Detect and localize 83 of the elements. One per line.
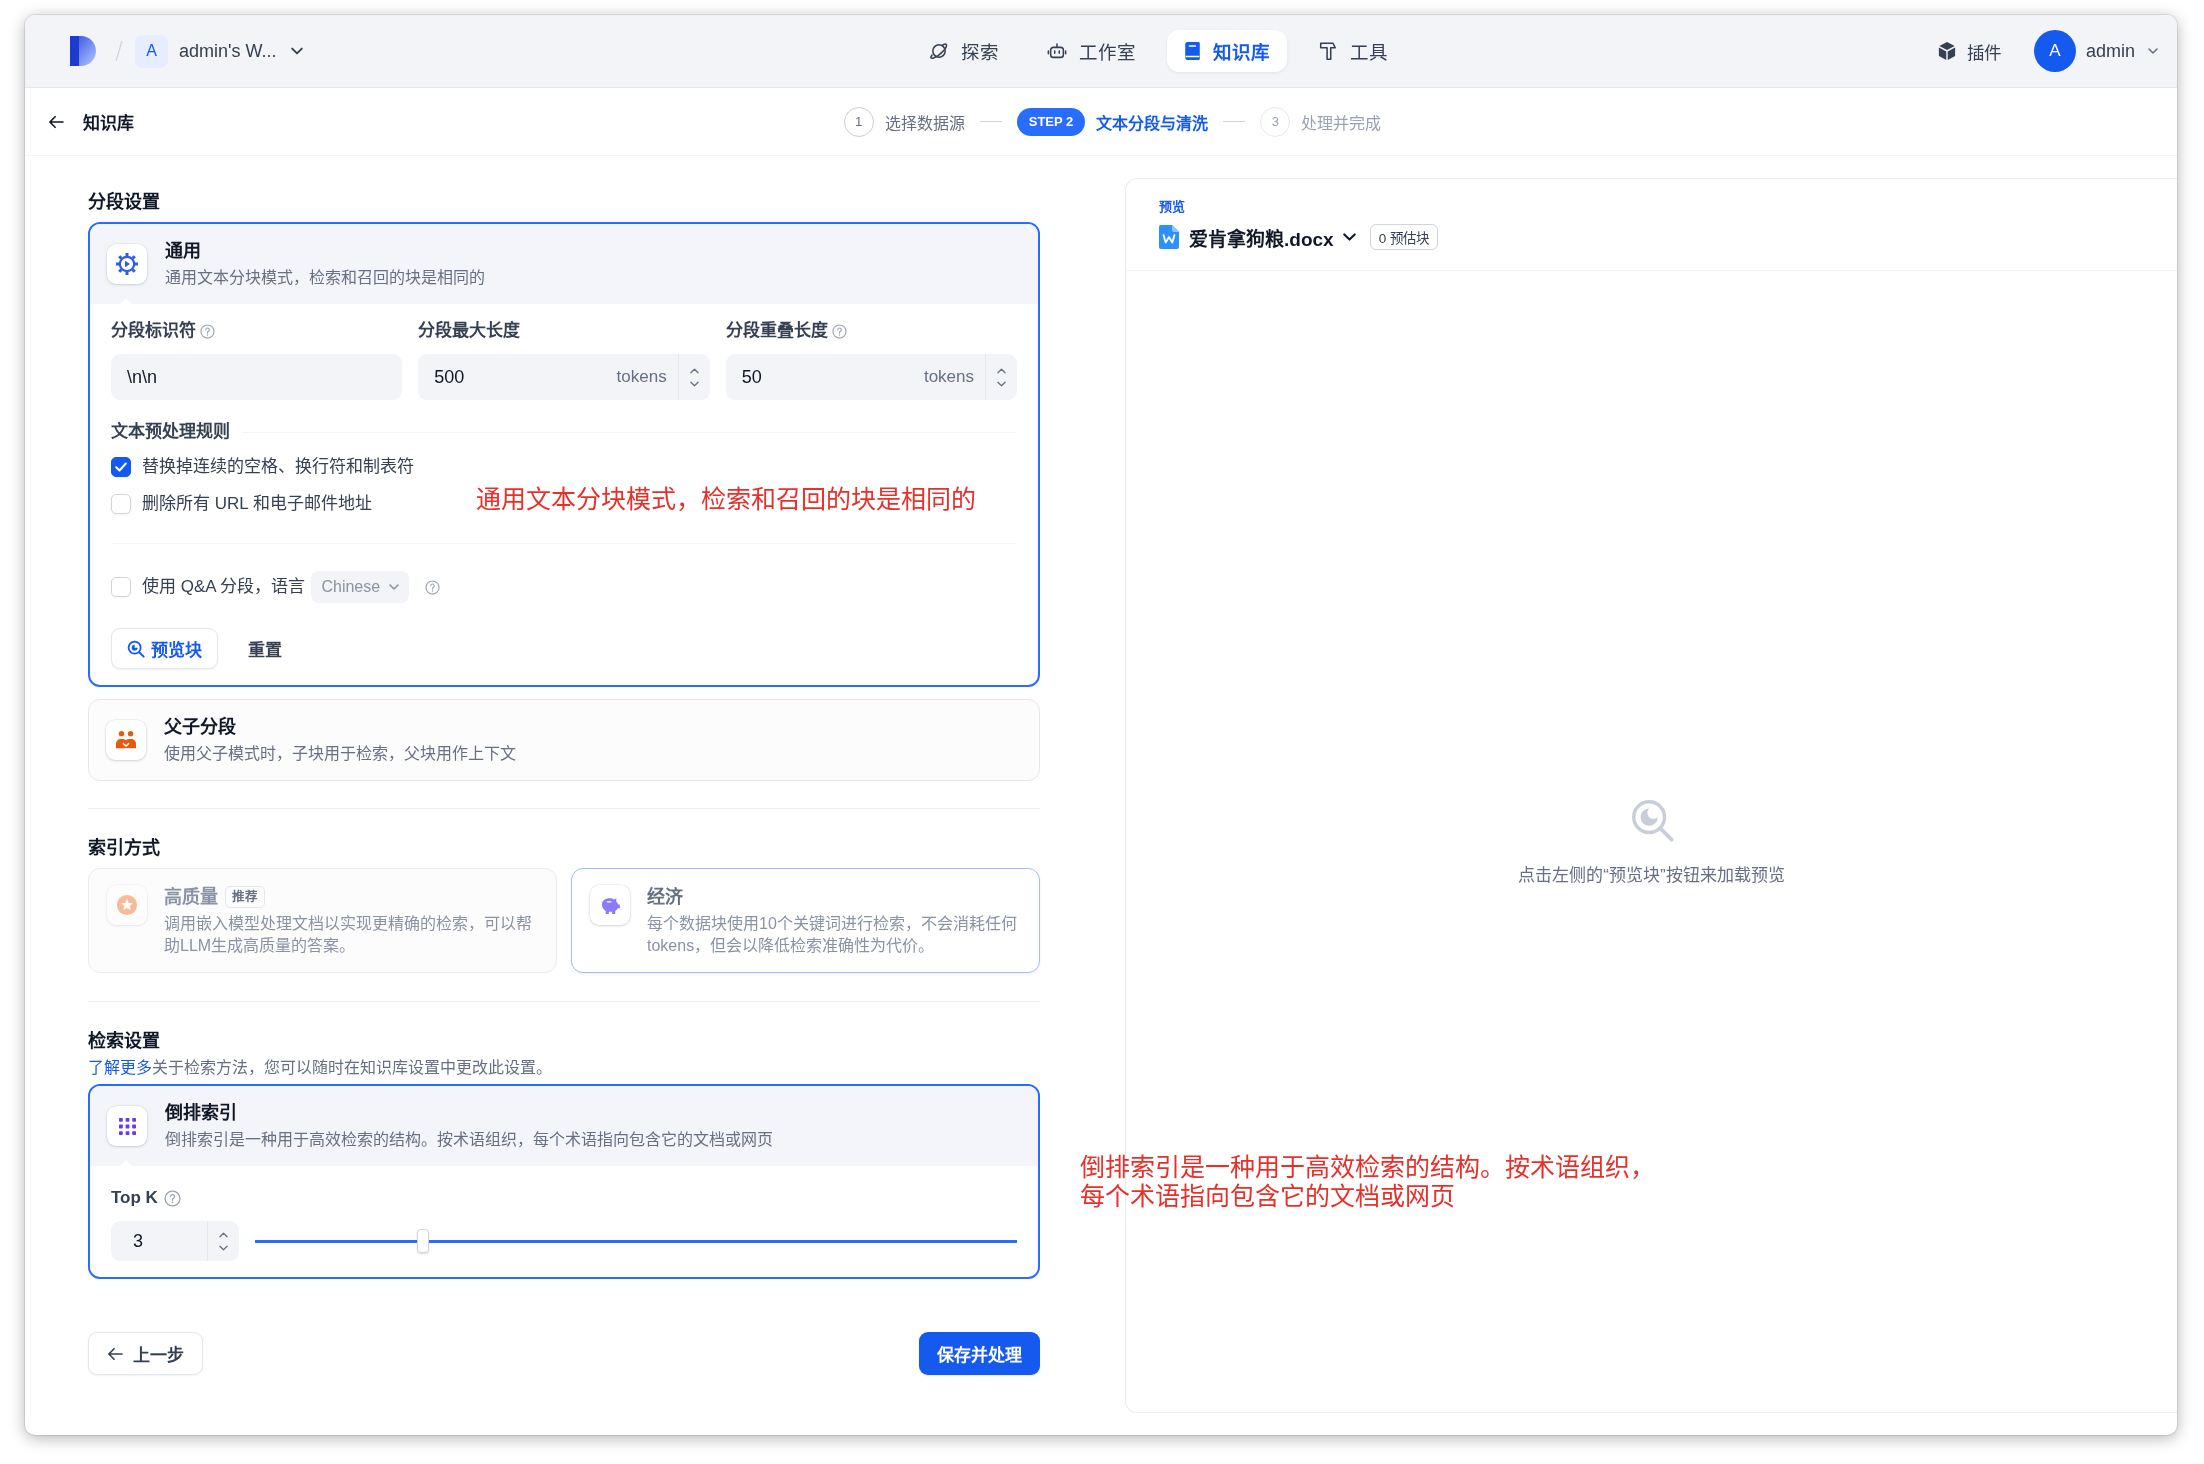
chevron-down-icon [219, 1244, 228, 1251]
workspace-switcher[interactable]: A admin's W... [135, 34, 304, 68]
arrow-left-icon [48, 114, 64, 129]
user-avatar: A [2033, 30, 2076, 72]
step-badge: STEP 2 [1016, 107, 1086, 136]
cube-icon [1937, 41, 1956, 61]
retrieval-description: 了解更多关于检索方法，您可以随时在知识库设置中更改此设置。 [88, 1058, 553, 1078]
text-field[interactable]: \n\n [111, 354, 403, 400]
slider-thumb[interactable] [416, 1229, 429, 1253]
section-heading: 索引方式 [88, 837, 161, 860]
option-description: 每个数据块使用10个关键词进行检索，不会消耗任何tokens，但会以降低检索准确性为代价。 [647, 914, 1018, 956]
field-label: 分段标识符 [111, 320, 196, 342]
slash-icon [114, 40, 124, 62]
arrow-left-icon [107, 1346, 123, 1361]
mode-card[interactable]: 父子分段 使用父子模式时，子块用于检索，父块用作上下文 [88, 699, 1040, 781]
user-menu-button[interactable]: A admin [2033, 30, 2158, 72]
section-heading: 检索设置 [88, 1030, 161, 1053]
star-badge-icon [107, 885, 147, 925]
gear-icon [107, 244, 147, 284]
reset-button[interactable]: 重置 [234, 628, 296, 669]
hammer-icon [1317, 41, 1338, 61]
checkbox-label: 替换掉连续的空格、换行符和制表符 [142, 456, 414, 478]
workspace-avatar: A [135, 34, 168, 68]
section-heading: 分段设置 [88, 191, 161, 214]
learn-more-link[interactable]: 了解更多 [88, 1059, 152, 1076]
preview-label: 预览 [1159, 198, 1186, 216]
annotation-text: 倒排索引是一种用于高效检索的结构。按术语组织，每个术语指向包含它的文档或网页 [1080, 1153, 1656, 1211]
mode-description: 使用父子模式时，子块用于检索，父块用作上下文 [164, 744, 516, 764]
chevron-down-icon [291, 47, 304, 55]
rules-heading: 文本预处理规则 [111, 421, 230, 443]
previous-step-button[interactable]: 上一步 [88, 1332, 203, 1375]
field-label: 分段重叠长度 [725, 320, 828, 342]
chunk-estimate-badge: 0 预估块 [1369, 224, 1438, 250]
step-label: 文本分段与清洗 [1096, 113, 1209, 134]
dots-grid-icon [107, 1106, 147, 1146]
piggy-bank-icon [590, 885, 630, 925]
unit-label: tokens [616, 366, 667, 388]
step-label: 处理并完成 [1301, 113, 1382, 134]
option-title: 经济 [647, 886, 683, 909]
number-field[interactable]: 3 [111, 1221, 239, 1261]
check-icon [115, 462, 127, 472]
people-icon [106, 720, 146, 760]
mode-title: 通用 [165, 240, 202, 263]
chevron-up-icon [219, 1231, 228, 1238]
retrieval-method-card[interactable]: 倒排索引 倒排索引是一种用于高效检索的结构。按术语组织，每个术语指向包含它的文档或网页 Top K 3 [88, 1084, 1040, 1279]
mode-title: 父子分段 [164, 716, 237, 739]
nav-tab[interactable]: 工具 [1300, 30, 1405, 72]
method-description: 倒排索引是一种用于高效检索的结构。按术语组织，每个术语指向包含它的文档或网页 [165, 1130, 773, 1150]
app-logo-icon [70, 36, 96, 66]
search-icon [127, 639, 145, 658]
field-label: Top K [111, 1187, 158, 1209]
checkbox-label: 使用 Q&A 分段，语言 [142, 576, 306, 598]
option-title: 高质量 [164, 886, 218, 909]
checkbox-label: 删除所有 URL 和电子邮件地址 [142, 493, 372, 515]
chevron-down-icon [1342, 233, 1356, 241]
empty-state-text: 点击左侧的“预览块”按钮来加载预览 [1518, 864, 1785, 887]
chevron-down-icon [689, 380, 699, 387]
chevron-down-icon [389, 584, 400, 590]
document-icon [1159, 225, 1179, 249]
recommended-badge: 推荐 [225, 886, 265, 908]
field-label: 分段最大长度 [418, 320, 521, 342]
save-and-process-button[interactable]: 保存并处理 [919, 1332, 1040, 1375]
nav-tab[interactable]: 知识库 [1166, 30, 1287, 72]
mode-description: 通用文本分块模式，检索和召回的块是相同的 [165, 268, 485, 288]
step-label: 选择数据源 [884, 113, 965, 134]
chevron-down-icon [2148, 48, 2158, 54]
annotation-text: 通用文本分块模式，检索和召回的块是相同的 [476, 485, 976, 514]
planet-icon [928, 41, 949, 61]
robot-icon [1046, 41, 1067, 61]
chevron-down-icon [997, 380, 1006, 387]
method-title: 倒排索引 [165, 1102, 238, 1125]
file-dropdown[interactable]: 爱肯拿狗粮.docx [1159, 223, 1356, 251]
book-icon [1183, 41, 1201, 61]
chevron-up-icon [997, 367, 1006, 374]
option-description: 调用嵌入模型处理文档以实现更精确的检索，可以帮助LLM生成高质量的答案。 [164, 914, 533, 956]
plugins-button[interactable]: 插件 [1937, 38, 2001, 64]
chevron-up-icon [689, 367, 699, 374]
back-button[interactable]: 知识库 [48, 109, 134, 134]
checkbox[interactable] [111, 457, 131, 477]
preview-chunks-button[interactable]: 预览块 [111, 628, 218, 669]
nav-tab[interactable]: 探索 [911, 30, 1016, 72]
nav-tab[interactable]: 工作室 [1029, 30, 1153, 72]
unit-label: tokens [923, 366, 974, 388]
